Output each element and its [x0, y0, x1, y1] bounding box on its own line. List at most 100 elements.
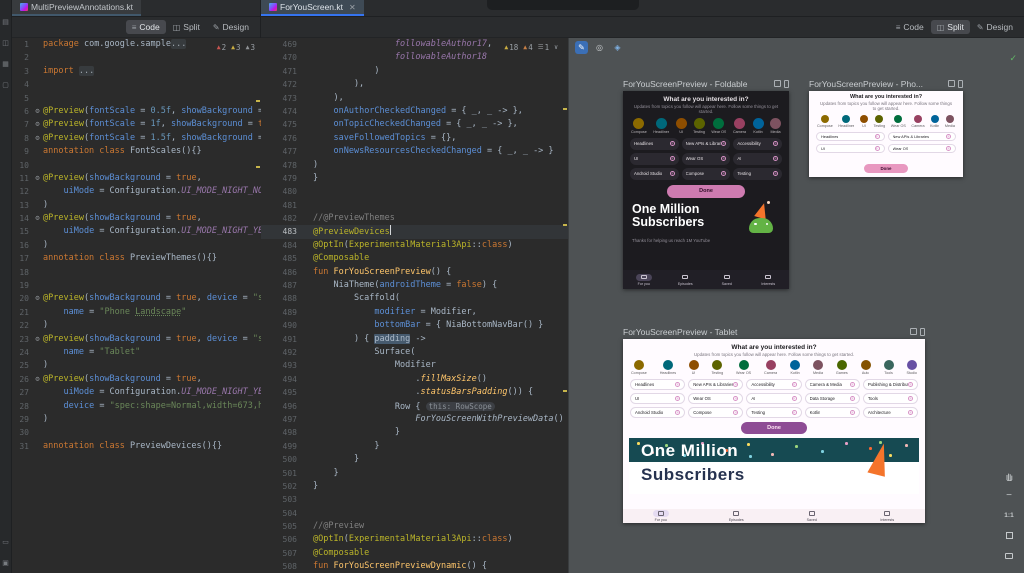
preview-card-foldable[interactable]: ForYouScreenPreview - Foldable What are …	[623, 78, 789, 289]
author-avatar[interactable]: Wear OS	[736, 360, 751, 375]
topic-chip[interactable]: Compose+	[682, 168, 731, 180]
code-line[interactable]: 26⚙@Preview(showBackground = true,	[12, 373, 261, 386]
preview-card-tablet[interactable]: ForYouScreenPreview - Tablet What are yo…	[623, 326, 925, 523]
preview-gutter-icon[interactable]: ⚙	[32, 373, 43, 386]
view-mode-design[interactable]: ✎Design	[971, 20, 1019, 34]
line-number[interactable]: 21	[12, 306, 32, 319]
line-number[interactable]: 492	[261, 346, 303, 359]
line-number[interactable]: 481	[261, 199, 303, 212]
follow-topic-icon[interactable]: +	[792, 396, 797, 401]
code-line[interactable]: 10	[12, 159, 261, 172]
topic-chip[interactable]: Camera & Media+	[805, 379, 860, 390]
code-line[interactable]: 501 }	[261, 467, 568, 480]
line-number[interactable]: 12	[12, 185, 32, 198]
code-line[interactable]: 494 .fillMaxSize()	[261, 373, 568, 386]
code-line[interactable]: 492 Surface(	[261, 346, 568, 359]
follow-topic-icon[interactable]: +	[733, 410, 738, 415]
topic-chip[interactable]: Accessibility+	[733, 138, 782, 150]
code-line[interactable]: 478)	[261, 159, 568, 172]
line-number[interactable]: 1	[12, 38, 32, 51]
topic-chip[interactable]: Android Studio+	[630, 407, 685, 418]
line-number[interactable]: 2	[12, 51, 32, 64]
done-button[interactable]: Done	[741, 422, 807, 434]
line-number[interactable]: 30	[12, 426, 32, 439]
topic-chip[interactable]: Headlines+	[630, 138, 679, 150]
code-line[interactable]: 508fun ForYouScreenPreviewDynamic() {	[261, 560, 568, 573]
line-number[interactable]: 487	[261, 279, 303, 292]
line-number[interactable]: 498	[261, 426, 303, 439]
code-line[interactable]: 482//@PreviewThemes	[261, 212, 568, 225]
topic-chip[interactable]: New APIs & Libraries+	[682, 138, 731, 150]
line-number[interactable]: 506	[261, 533, 303, 546]
follow-topic-icon[interactable]: +	[721, 141, 726, 146]
preview-card-phone[interactable]: ForYouScreenPreview - Pho... What are yo…	[809, 78, 963, 177]
author-avatar[interactable]: Headlines	[838, 115, 854, 128]
line-number[interactable]: 29	[12, 413, 32, 426]
topic-chip[interactable]: Wear OS+	[688, 393, 743, 404]
code-line[interactable]: 479}	[261, 172, 568, 185]
view-mode-split[interactable]: ◫Split	[167, 20, 206, 34]
code-line[interactable]: 500 }	[261, 453, 568, 466]
code-line[interactable]: 22)	[12, 319, 261, 332]
code-line[interactable]: 19	[12, 279, 261, 292]
nav-item-saved[interactable]: Saved	[706, 274, 748, 286]
edit-mode-icon[interactable]: ✎	[575, 41, 588, 54]
author-avatar[interactable]: Media	[945, 115, 955, 128]
topic-chip[interactable]: AI+	[733, 153, 782, 165]
line-number[interactable]: 6	[12, 105, 32, 118]
view-mode-code[interactable]: ≡Code	[126, 20, 166, 34]
topic-chip[interactable]: UI+	[630, 393, 685, 404]
code-line[interactable]: 493 Modifier	[261, 359, 568, 372]
author-avatar[interactable]: Testing	[711, 360, 723, 375]
line-number[interactable]: 10	[12, 159, 32, 172]
author-avatar[interactable]: Headlines	[653, 118, 669, 134]
code-line[interactable]: 485@Composable	[261, 252, 568, 265]
follow-topic-icon[interactable]: +	[670, 141, 675, 146]
line-number[interactable]: 23	[12, 333, 32, 346]
inspection-indicator[interactable]: ▲4	[523, 41, 532, 54]
code-line[interactable]: 474 onAuthorCheckedChanged = { _, _ -> }…	[261, 105, 568, 118]
follow-topic-icon[interactable]: +	[850, 396, 855, 401]
code-line[interactable]: 11⚙@Preview(showBackground = true,	[12, 172, 261, 185]
line-number[interactable]: 504	[261, 507, 303, 520]
view-mode-code[interactable]: ≡Code	[890, 20, 930, 34]
topic-chip[interactable]: AI+	[746, 393, 801, 404]
follow-topic-icon[interactable]: +	[946, 134, 951, 139]
line-number[interactable]: 13	[12, 199, 32, 212]
line-number[interactable]: 18	[12, 266, 32, 279]
line-number[interactable]: 491	[261, 333, 303, 346]
line-number[interactable]: 475	[261, 118, 303, 131]
done-button[interactable]: Done	[864, 164, 908, 173]
topic-chip[interactable]: Headlines+	[630, 379, 685, 390]
author-avatar[interactable]: Compose	[631, 118, 647, 134]
view-mode-design[interactable]: ✎Design	[207, 20, 255, 34]
code-line[interactable]: 475 onTopicCheckedChanged = { _, _ -> },	[261, 118, 568, 131]
code-line[interactable]: 495 .statusBarsPadding()) {	[261, 386, 568, 399]
follow-topic-icon[interactable]: +	[773, 141, 778, 146]
topic-chip[interactable]: New APIs & Libraries+	[888, 132, 957, 141]
preview-gutter-icon[interactable]: ⚙	[32, 333, 43, 346]
line-number[interactable]: 471	[261, 65, 303, 78]
zoom-fit-icon[interactable]	[1003, 530, 1015, 541]
code-line[interactable]: 5	[12, 92, 261, 105]
line-number[interactable]: 7	[12, 118, 32, 131]
nav-item-saved[interactable]: Saved	[774, 510, 850, 522]
author-avatar[interactable]: Auto	[861, 360, 871, 375]
follow-topic-icon[interactable]: +	[733, 396, 738, 401]
code-line[interactable]: 7⚙@Preview(fontScale = 1f, showBackgroun…	[12, 118, 261, 131]
code-line[interactable]: 488 Scaffold(	[261, 292, 568, 305]
line-number[interactable]: 486	[261, 266, 303, 279]
animation-preview-icon[interactable]	[774, 80, 781, 87]
project-tool-icon[interactable]: ▤	[2, 18, 9, 26]
nav-item-for-you[interactable]: For you	[623, 274, 665, 286]
line-number[interactable]: 477	[261, 145, 303, 158]
topic-chip[interactable]: UI+	[816, 144, 885, 153]
inspection-indicator[interactable]: ▲2	[217, 41, 226, 54]
follow-topic-icon[interactable]: +	[733, 382, 738, 387]
collapse-panel-icon[interactable]	[1003, 550, 1015, 561]
line-number[interactable]: 489	[261, 306, 303, 319]
line-number[interactable]: 19	[12, 279, 32, 292]
line-number[interactable]: 496	[261, 400, 303, 413]
line-number[interactable]: 3	[12, 65, 32, 78]
code-line[interactable]: 27 uiMode = Configuration.UI_MODE_NIGHT_…	[12, 386, 261, 399]
